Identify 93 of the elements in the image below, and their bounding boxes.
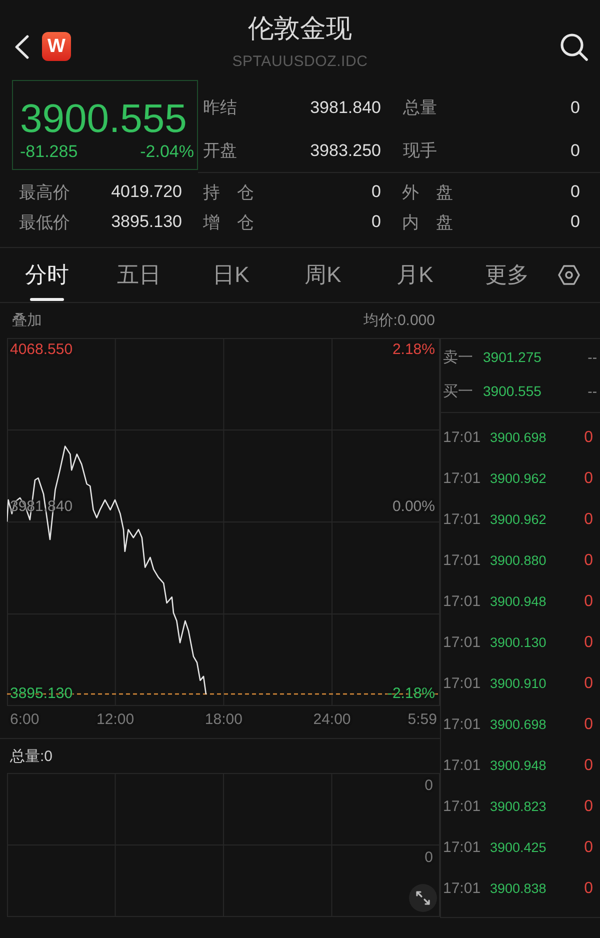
stat-label: 增 仓 <box>203 212 254 234</box>
settings-icon[interactable] <box>558 265 580 285</box>
period-tab[interactable]: 分时 <box>1 248 93 302</box>
stat-label: 总量 <box>403 97 437 119</box>
trade-price: 3900.962 <box>490 512 546 527</box>
stat-label: 内 盘 <box>402 212 453 234</box>
trade-volume: 0 <box>584 592 593 610</box>
stat-label: 最低价 <box>19 212 70 234</box>
time-axis-label: 24:00 <box>313 711 351 729</box>
time-axis-label: 6:00 <box>10 711 40 729</box>
trade-volume: 0 <box>584 470 593 488</box>
trade-time: 17:01 <box>443 798 481 815</box>
time-axis-label: 18:00 <box>204 711 242 729</box>
trade-price: 3900.838 <box>490 881 546 896</box>
expand-icon[interactable] <box>409 884 437 912</box>
trade-price: 3900.425 <box>490 840 546 855</box>
stat-value: 0 <box>570 212 580 232</box>
chevron-left-icon[interactable] <box>15 34 29 58</box>
stat-label: 开盘 <box>203 140 237 162</box>
order-volume: -- <box>588 349 597 365</box>
order-level-label: 买一 <box>443 382 473 400</box>
trade-volume: 0 <box>584 798 593 816</box>
stat-label: 现手 <box>403 140 437 162</box>
stat-value: 0 <box>570 140 580 160</box>
period-tab[interactable]: 月K <box>369 248 461 302</box>
trade-time: 17:01 <box>443 593 481 610</box>
volume-total-label: 总量:0 <box>10 746 53 766</box>
stat-value: 3981.840 <box>310 98 381 118</box>
price-axis-label: 4068.550 <box>10 341 73 359</box>
stat-label: 昨结 <box>203 97 237 119</box>
stat-value: 4019.720 <box>111 182 182 202</box>
period-tab[interactable]: 更多 <box>461 248 553 302</box>
price-axis-label: 3895.130 <box>10 684 73 703</box>
app-logo[interactable]: W <box>42 32 71 61</box>
trade-time: 17:01 <box>443 839 481 856</box>
trade-volume: 0 <box>584 838 593 856</box>
order-price: 3901.275 <box>483 349 542 365</box>
trade-time: 17:01 <box>443 634 481 651</box>
trade-time: 17:01 <box>443 552 481 569</box>
trade-volume: 0 <box>584 552 593 570</box>
trade-price: 3900.698 <box>490 717 546 732</box>
stat-label: 最高价 <box>19 182 70 204</box>
trade-time: 17:01 <box>443 675 481 692</box>
stat-value: 0 <box>570 98 580 118</box>
trade-volume: 0 <box>584 428 593 446</box>
trade-price: 3900.910 <box>490 676 546 691</box>
period-tab[interactable]: 日K <box>185 248 277 302</box>
stat-value: 3895.130 <box>111 212 182 232</box>
price-change: -81.285 <box>20 142 78 162</box>
time-axis-label: 5:59 <box>408 711 437 729</box>
trade-price: 3900.823 <box>490 799 546 814</box>
trade-time: 17:01 <box>443 757 481 774</box>
stat-value: 3983.250 <box>310 140 381 160</box>
period-tab[interactable]: 五日 <box>93 248 185 302</box>
trade-volume: 0 <box>584 756 593 774</box>
trade-price: 3900.948 <box>490 594 546 609</box>
trade-volume: 0 <box>584 716 593 734</box>
stat-value: 0 <box>570 182 580 202</box>
trade-time: 17:01 <box>443 880 481 897</box>
trade-price: 3900.948 <box>490 758 546 773</box>
order-volume: -- <box>588 383 597 399</box>
trade-price: 3900.130 <box>490 635 546 650</box>
stat-label: 外 盘 <box>402 182 453 204</box>
overlay-button[interactable]: 叠加 <box>12 311 42 330</box>
trade-time: 17:01 <box>443 470 481 487</box>
trade-price: 3900.962 <box>490 471 546 486</box>
last-price: 3900.555 <box>20 96 188 142</box>
trade-time: 17:01 <box>443 429 481 446</box>
trade-volume: 0 <box>584 510 593 528</box>
percent-axis-label: -2.18% <box>387 684 435 703</box>
average-price-label: 均价:0.000 <box>363 311 435 330</box>
trade-volume: 0 <box>584 634 593 652</box>
time-axis-label: 12:00 <box>96 711 134 729</box>
order-level-label: 卖一 <box>443 348 473 366</box>
trade-price: 3900.698 <box>490 430 546 445</box>
trade-volume: 0 <box>584 674 593 692</box>
trade-time: 17:01 <box>443 511 481 528</box>
trade-volume: 0 <box>584 880 593 898</box>
period-tab[interactable]: 周K <box>277 248 369 302</box>
stat-value: 0 <box>372 182 381 202</box>
order-price: 3900.555 <box>483 383 542 399</box>
volume-axis-label: 0 <box>424 849 433 867</box>
percent-axis-label: 2.18% <box>392 341 435 359</box>
stat-label: 持 仓 <box>203 182 254 204</box>
percent-axis-label: 0.00% <box>392 498 435 516</box>
instrument-code: SPTAUUSDOZ.IDC <box>232 52 368 72</box>
volume-axis-label: 0 <box>424 777 433 795</box>
trade-price: 3900.880 <box>490 553 546 568</box>
price-change-percent: -2.04% <box>140 142 194 162</box>
instrument-title: 伦敦金现 <box>248 12 352 45</box>
stat-value: 0 <box>372 212 381 232</box>
search-icon[interactable] <box>560 33 588 61</box>
trade-time: 17:01 <box>443 716 481 733</box>
